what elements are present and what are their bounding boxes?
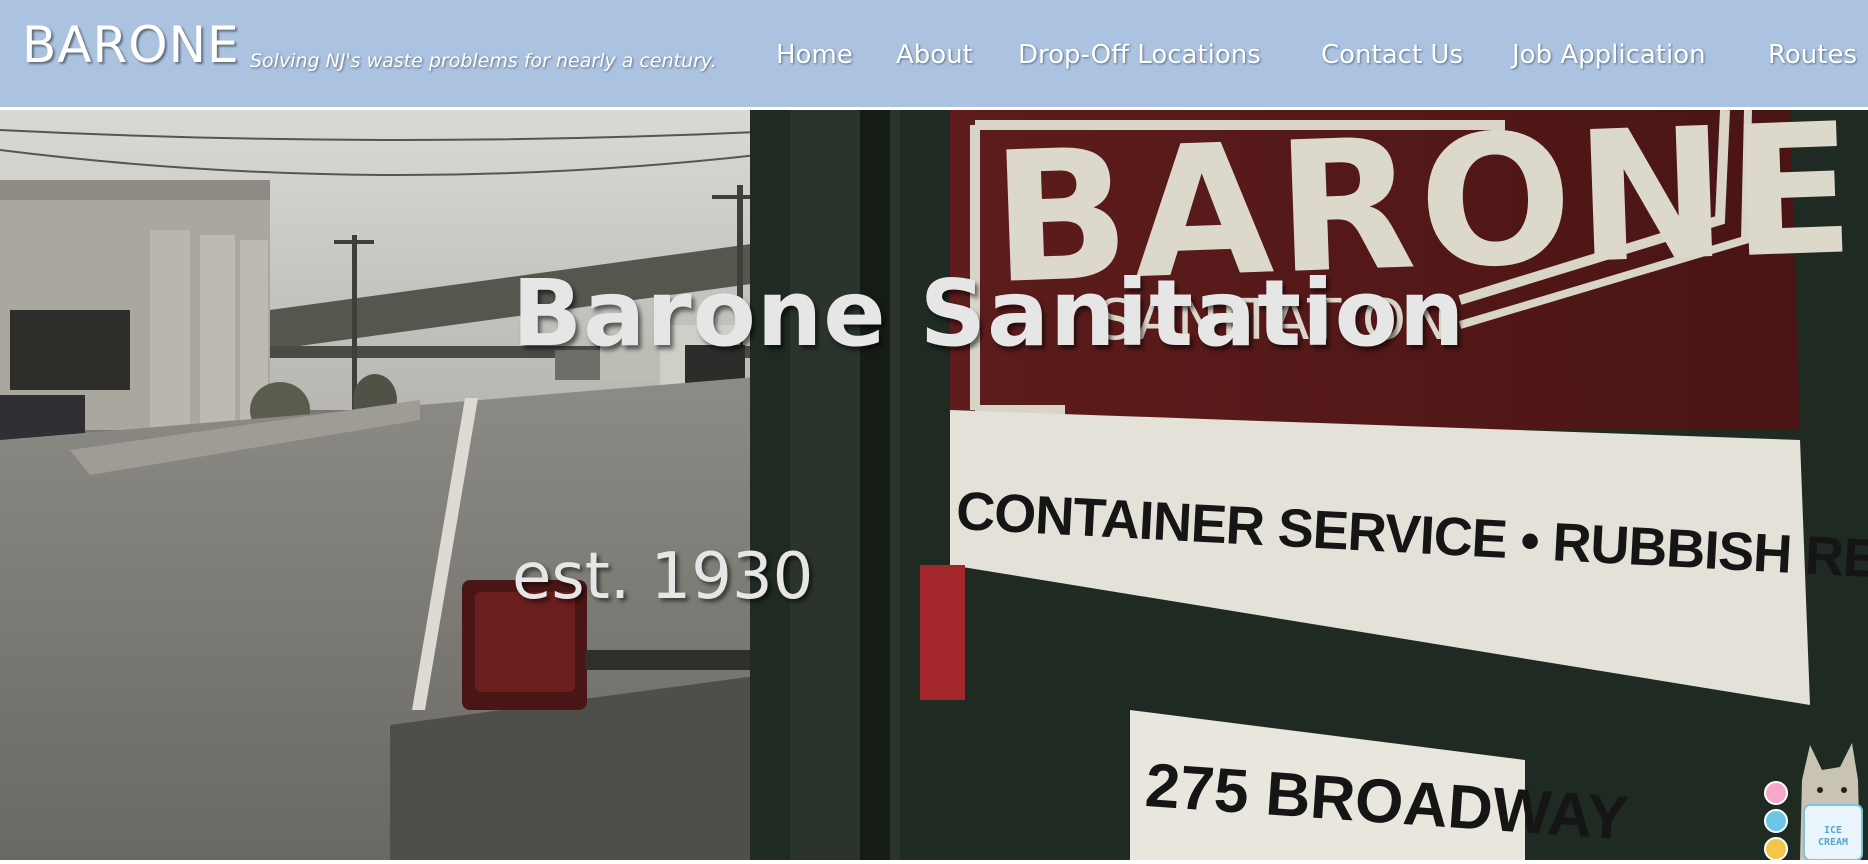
hero-title: Barone Sanitation (512, 260, 1466, 367)
ice-cream-label: ICE CREAM (1817, 825, 1849, 848)
hero-banner: BARONE SANITATION CONTAINER SERVICE • RU… (0, 110, 1868, 860)
site-header: BARONE Solving NJ's waste problems for n… (0, 0, 1868, 110)
nav-job-application[interactable]: Job Application (1512, 40, 1706, 70)
main-nav: Home About Drop-Off Locations Contact Us… (0, 40, 1868, 80)
hero-subtitle: est. 1930 (512, 540, 814, 614)
nav-about[interactable]: About (896, 40, 973, 70)
ice-cream-widget[interactable]: ICE CREAM (1760, 735, 1868, 861)
nav-home[interactable]: Home (776, 40, 853, 70)
nav-routes[interactable]: Routes (1768, 40, 1857, 70)
nav-contact-us[interactable]: Contact Us (1321, 40, 1463, 70)
nav-drop-off-locations[interactable]: Drop-Off Locations (1018, 40, 1261, 70)
